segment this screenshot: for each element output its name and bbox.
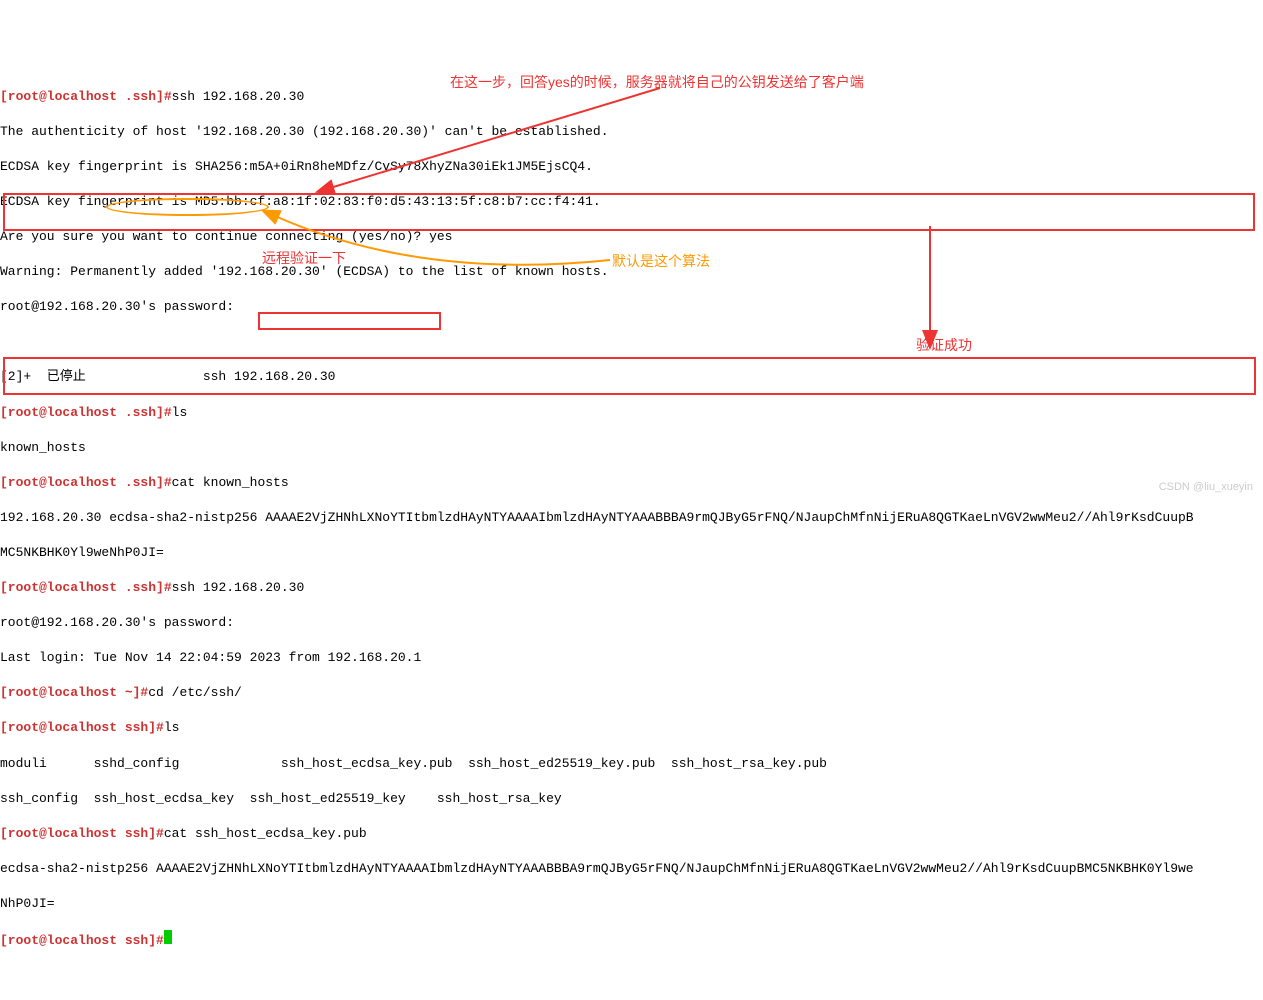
output-line: ecdsa-sha2-nistp256 AAAAE2VjZHNhLXNoYTIt… [0,860,1263,878]
annotation-algorithm-note: 默认是这个算法 [612,252,710,271]
command: cat ssh_host_ecdsa_key.pub [164,826,367,841]
command: ssh 192.168.20.30 [172,580,305,595]
output-line: [2]+ 已停止 ssh 192.168.20.30 [0,368,1263,386]
output-line: known_hosts [0,439,1263,457]
watermark: CSDN @liu_xueyin [1159,480,1253,495]
output-line: root@192.168.20.30's password: [0,615,242,630]
command: ls [172,405,188,420]
command: cat known_hosts [172,475,289,490]
output-line: Are you sure you want to continue connec… [0,228,1263,246]
prompt: [root@localhost .ssh]# [0,405,172,420]
prompt: [root@localhost ssh]# [0,826,164,841]
output-line: The authenticity of host '192.168.20.30 … [0,123,1263,141]
prompt: [root@localhost ssh]# [0,933,164,948]
terminal-content: [root@localhost .ssh]#ssh 192.168.20.30 … [0,70,1263,967]
command: ssh 192.168.20.30 [172,89,305,104]
prompt: [root@localhost ssh]# [0,720,164,735]
output-line: moduli sshd_config ssh_host_ecdsa_key.pu… [0,755,1263,773]
prompt: [root@localhost .ssh]# [0,89,172,104]
output-line: ECDSA key fingerprint is SHA256:m5A+0iRn… [0,158,1263,176]
annotation-success-note: 验证成功 [916,336,972,355]
prompt: [root@localhost .ssh]# [0,580,172,595]
prompt: [root@localhost .ssh]# [0,475,172,490]
annotation-pubkey-note: 在这一步，回答yes的时候，服务器就将自己的公钥发送给了客户端 [450,73,864,92]
cursor-icon [164,930,172,944]
output-line: 192.168.20.30 ecdsa-sha2-nistp256 AAAAE2… [0,509,1263,527]
output-line: root@192.168.20.30's password: [0,298,1263,316]
output-line: ECDSA key fingerprint is MD5:bb:cf:a8:1f… [0,193,1263,211]
annotation-verify-note: 远程验证一下 [262,249,346,268]
command: ls [164,720,180,735]
output-line: ssh_config ssh_host_ecdsa_key ssh_host_e… [0,790,1263,808]
output-line: MC5NKBHK0Yl9weNhP0JI= [0,544,1263,562]
output-line: Last login: Tue Nov 14 22:04:59 2023 fro… [0,649,1263,667]
prompt: [root@localhost ~]# [0,685,148,700]
command: cd /etc/ssh/ [148,685,242,700]
output-line: NhP0JI= [0,895,1263,913]
output-line [0,333,1263,351]
